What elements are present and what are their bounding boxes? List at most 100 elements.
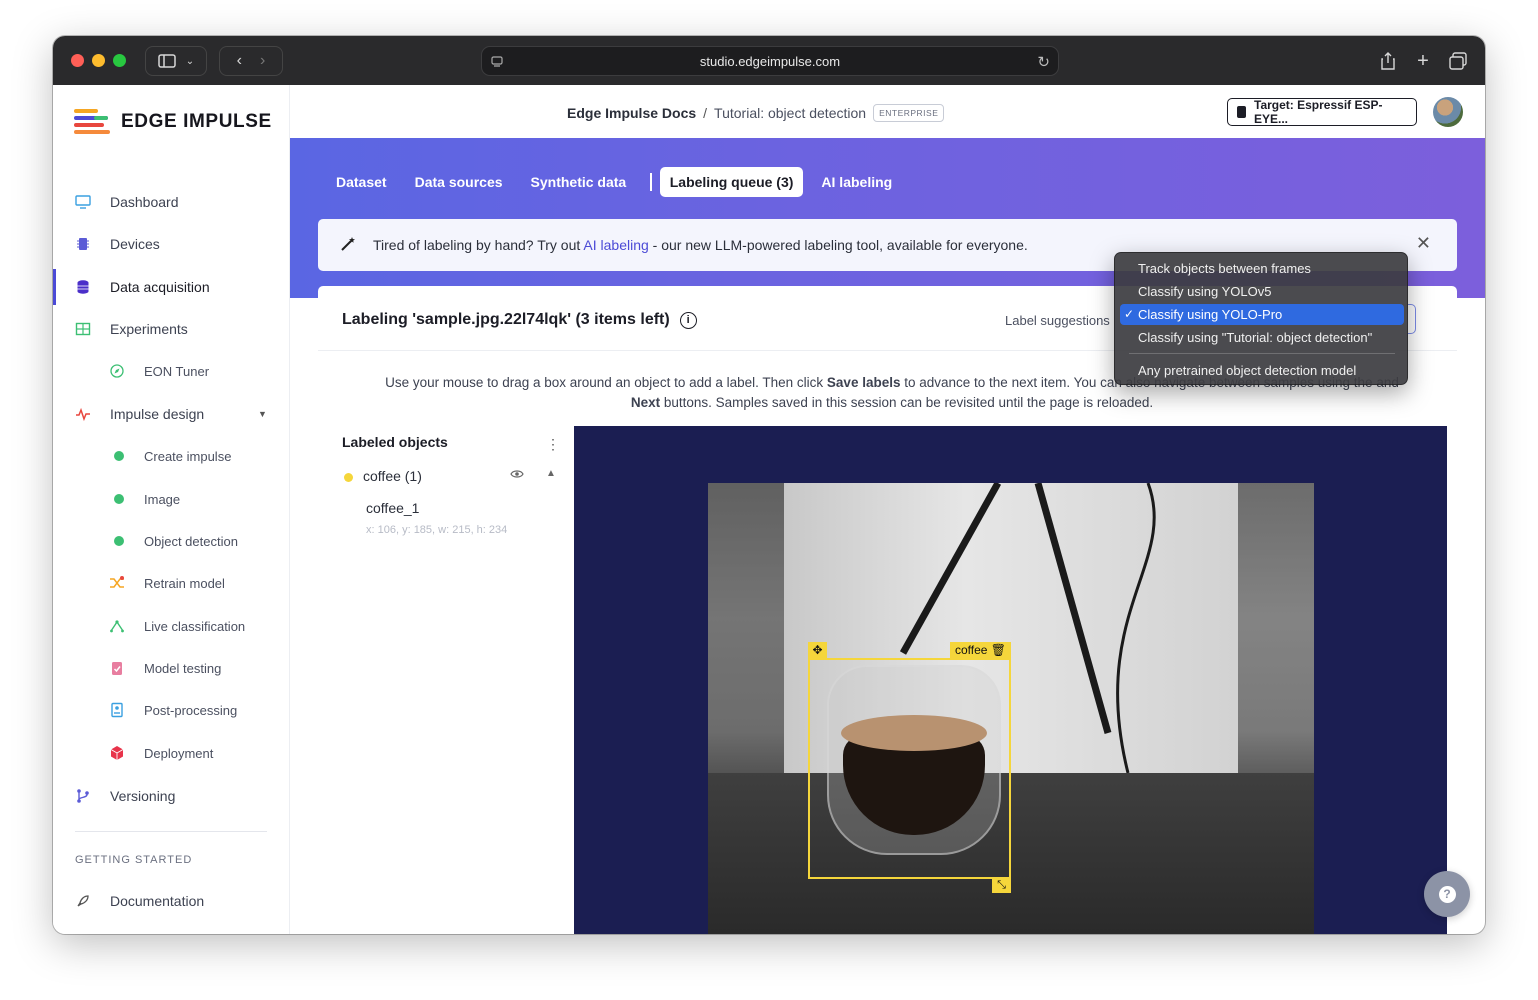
tab-dataset[interactable]: Dataset — [326, 167, 397, 197]
tab-synthetic-data[interactable]: Synthetic data — [521, 167, 637, 197]
top-header: Edge Impulse Docs / Tutorial: object det… — [290, 85, 1485, 138]
tab-data-sources[interactable]: Data sources — [405, 167, 513, 197]
sidebar-item-object-detection[interactable]: Object detection — [53, 523, 290, 559]
sidebar-item-retrain-model[interactable]: Retrain model — [53, 565, 290, 601]
tabs-icon — [1449, 52, 1467, 70]
option-label: Classify using YOLOv5 — [1138, 284, 1272, 299]
label-group-row[interactable]: coffee (1) ▲ — [342, 466, 562, 486]
tripod-shape — [899, 483, 1156, 774]
new-tab-button[interactable]: + — [1408, 46, 1438, 76]
sidebar-item-label: Dashboard — [110, 194, 179, 210]
sidebar-item-dashboard[interactable]: Dashboard — [53, 184, 290, 220]
monitor-icon — [75, 195, 91, 209]
label-suggestions-select[interactable] — [1408, 304, 1416, 334]
sidebar-item-label: Image — [144, 491, 181, 507]
live-icon — [110, 620, 124, 633]
labeling-title: Labeling 'sample.jpg.22l74lqk' (3 items … — [342, 311, 670, 328]
share-button[interactable] — [1373, 46, 1403, 76]
compass-icon — [110, 364, 124, 378]
forward-icon[interactable]: › — [260, 52, 265, 70]
minimize-window-button[interactable] — [92, 54, 105, 67]
avatar[interactable] — [1433, 97, 1463, 127]
more-options-icon[interactable]: ⋮ — [546, 436, 560, 453]
sidebar-item-label: Object detection — [144, 533, 238, 549]
sidebar-item-label: Data acquisition — [110, 279, 210, 295]
branch-icon — [77, 789, 89, 803]
resize-handle-icon[interactable]: ⤡ — [992, 877, 1011, 893]
sidebar-item-impulse-design[interactable]: Impulse design ▼ — [53, 396, 290, 432]
sidebar-item-label: Versioning — [110, 788, 176, 804]
dropdown-separator — [1129, 353, 1395, 354]
option-label: Track objects between frames — [1138, 261, 1311, 276]
close-icon[interactable]: ✕ — [1416, 233, 1431, 254]
target-label: Target: Espressif ESP-EYE... — [1254, 98, 1383, 126]
breadcrumb: Edge Impulse Docs / Tutorial: object det… — [567, 104, 945, 122]
collapse-icon[interactable]: ▲ — [546, 468, 556, 479]
shuffle-icon — [110, 576, 124, 588]
brand-name: EDGE IMPULSE — [121, 111, 272, 132]
breadcrumb-page: Tutorial: object detection — [714, 105, 867, 121]
banner-suffix: - our new LLM-powered labeling tool, ava… — [648, 237, 1028, 253]
history-nav: ‹ › — [219, 46, 283, 76]
sidebar-item-deployment[interactable]: Deployment — [53, 735, 290, 771]
sidebar-item-create-impulse[interactable]: Create impulse — [53, 438, 290, 474]
sidebar-item-experiments[interactable]: Experiments — [53, 311, 290, 347]
zoom-window-button[interactable] — [113, 54, 126, 67]
tab-labeling-queue[interactable]: Labeling queue (3) — [659, 167, 804, 197]
close-window-button[interactable] — [71, 54, 84, 67]
label-group-name: coffee (1) — [363, 468, 422, 484]
chip-icon — [1237, 106, 1246, 118]
labeled-item-name[interactable]: coffee_1 — [366, 500, 419, 516]
bounding-box-label[interactable]: coffee 🗑 — [949, 642, 1011, 659]
sidebar-item-post-processing[interactable]: Post-processing — [53, 692, 290, 728]
database-icon — [77, 280, 89, 294]
dropdown-option-tutorial-model[interactable]: Classify using "Tutorial: object detecti… — [1120, 327, 1404, 348]
label-suggestions-label: Label suggestions — [1005, 313, 1110, 328]
breadcrumb-separator: / — [703, 105, 708, 121]
labeling-canvas[interactable]: ✥ coffee 🗑 ⤡ — [574, 426, 1447, 934]
sidebar-item-model-testing[interactable]: Model testing — [53, 650, 290, 686]
labeled-item-coordinates: x: 106, y: 185, w: 215, h: 234 — [366, 524, 508, 536]
sidebar-item-data-acquisition[interactable]: Data acquisition — [53, 269, 290, 305]
caret-down-icon[interactable]: ▼ — [258, 409, 267, 419]
label-suggestions-dropdown: Track objects between frames Classify us… — [1114, 252, 1408, 385]
dropdown-option-yolov5[interactable]: Classify using YOLOv5 — [1120, 281, 1404, 302]
sidebar-item-eon-tuner[interactable]: EON Tuner — [53, 353, 290, 389]
target-device-button[interactable]: Target: Espressif ESP-EYE... — [1227, 98, 1417, 126]
chevron-down-icon: ⌄ — [185, 55, 195, 67]
tab-bar: Dataset Data sources Synthetic data Labe… — [326, 167, 910, 197]
sidebar-item-versioning[interactable]: Versioning — [53, 778, 290, 814]
tab-overview-button[interactable] — [1443, 46, 1473, 76]
dropdown-option-pretrained[interactable]: Any pretrained object detection model — [1120, 360, 1404, 381]
help-button[interactable]: ? — [1424, 871, 1470, 917]
info-icon[interactable]: i — [679, 311, 697, 329]
sidebar-toggle-button[interactable]: ⌄ — [145, 46, 207, 76]
address-bar[interactable]: studio.edgeimpulse.com ↻ — [481, 46, 1059, 76]
box-label-text: coffee — [954, 643, 988, 657]
bounding-box[interactable]: ✥ coffee 🗑 ⤡ — [808, 642, 1011, 893]
section-label-getting-started: GETTING STARTED — [75, 854, 193, 866]
trash-icon[interactable]: 🗑 — [991, 643, 1006, 657]
tab-ai-labeling[interactable]: AI labeling — [811, 167, 902, 197]
plus-icon: + — [1417, 49, 1429, 72]
rocket-icon — [77, 895, 89, 907]
move-handle-icon[interactable]: ✥ — [808, 642, 827, 659]
chip-icon — [77, 238, 89, 250]
breadcrumb-project[interactable]: Edge Impulse Docs — [567, 105, 696, 121]
dropdown-option-track-objects[interactable]: Track objects between frames — [1120, 258, 1404, 279]
sidebar-item-label: Post-processing — [144, 702, 238, 718]
share-icon — [1381, 52, 1395, 70]
grid-icon — [75, 322, 91, 336]
sidebar-item-image[interactable]: Image — [53, 481, 290, 517]
instructions-part: Use your mouse to drag a box around an o… — [385, 375, 827, 390]
sidebar-item-devices[interactable]: Devices — [53, 226, 290, 262]
sidebar-item-documentation[interactable]: Documentation — [53, 883, 290, 919]
brand-logo[interactable]: EDGE IMPULSE — [74, 109, 272, 135]
dropdown-option-yolo-pro[interactable]: ✓ Classify using YOLO-Pro — [1120, 304, 1404, 325]
ai-labeling-link[interactable]: AI labeling — [583, 237, 648, 253]
eye-icon[interactable] — [510, 467, 524, 482]
sidebar-item-label: Create impulse — [144, 448, 232, 464]
sidebar-item-live-classification[interactable]: Live classification — [53, 608, 290, 644]
reload-icon[interactable]: ↻ — [1037, 53, 1050, 71]
back-icon[interactable]: ‹ — [237, 52, 242, 70]
